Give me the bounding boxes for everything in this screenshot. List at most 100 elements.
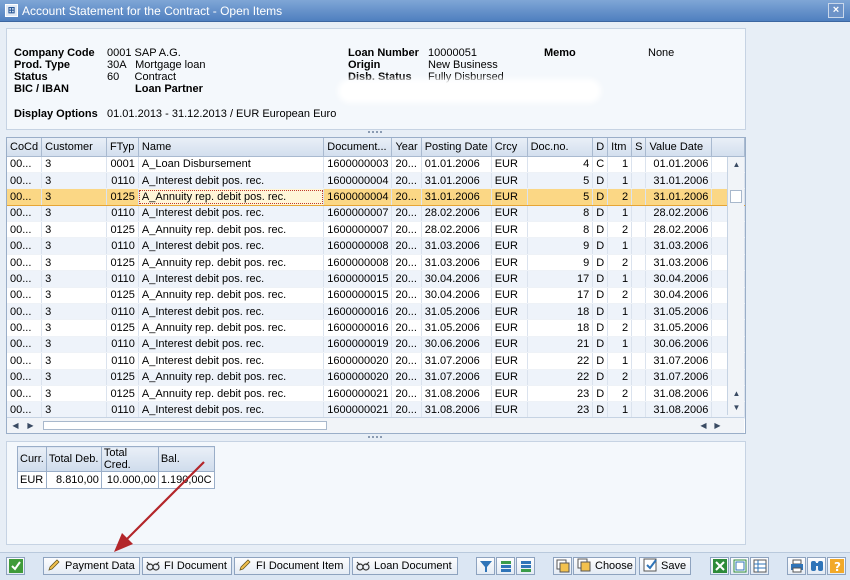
table-cell[interactable]: 1600000004 (323, 188, 393, 206)
help-button[interactable]: ? (827, 557, 846, 575)
table-cell[interactable]: 1 (607, 401, 633, 419)
find-button[interactable] (807, 557, 826, 575)
table-cell[interactable]: 1600000016 (323, 319, 393, 337)
table-cell[interactable]: 9 (527, 237, 594, 255)
table-cell[interactable]: 0110 (106, 270, 139, 288)
table-cell[interactable]: EUR (491, 254, 528, 272)
table-cell[interactable]: D (592, 336, 609, 354)
splitter-handle-top[interactable] (368, 131, 382, 134)
table-cell[interactable]: 1 (607, 303, 633, 321)
column-header[interactable]: Name (138, 138, 325, 157)
close-button[interactable]: × (828, 3, 844, 18)
table-cell[interactable]: EUR (491, 156, 528, 173)
table-cell[interactable]: 20... (391, 254, 422, 272)
table-cell[interactable]: 3 (41, 205, 107, 223)
table-cell[interactable]: D (592, 270, 609, 288)
table-cell[interactable] (631, 156, 647, 173)
table-cell[interactable]: A_Interest debit pos. rec. (138, 401, 325, 419)
table-cell[interactable]: 1 (607, 352, 633, 370)
table-cell[interactable]: 1600000015 (323, 287, 393, 305)
table-cell[interactable]: D (592, 254, 609, 272)
table-cell[interactable]: D (592, 237, 609, 255)
table-cell[interactable]: 30.04.2006 (645, 270, 713, 288)
table-cell[interactable]: D (592, 303, 609, 321)
column-header[interactable]: Customer (41, 138, 107, 157)
table-cell[interactable]: 20... (391, 156, 422, 173)
table-cell[interactable]: 3 (41, 188, 107, 206)
table-cell[interactable]: 28.02.2006 (421, 221, 492, 239)
table-cell[interactable]: EUR (491, 221, 528, 239)
table-cell[interactable]: 20... (391, 385, 422, 403)
table-cell[interactable]: 30.06.2006 (645, 336, 713, 354)
table-cell[interactable]: 31.03.2006 (421, 254, 492, 272)
table-cell[interactable] (631, 188, 647, 206)
table-cell[interactable]: 0001 (106, 156, 139, 173)
column-header[interactable]: Document... (323, 138, 393, 157)
table-cell[interactable]: 3 (41, 385, 107, 403)
scroll-right-icon[interactable]: ▶ (711, 419, 724, 432)
table-cell[interactable]: 0110 (106, 303, 139, 321)
table-cell[interactable]: 1600000020 (323, 369, 393, 386)
table-cell[interactable] (631, 401, 647, 419)
table-cell[interactable]: 31.07.2006 (645, 369, 713, 386)
table-cell[interactable]: 1 (607, 237, 633, 255)
table-cell[interactable]: 3 (41, 237, 107, 255)
table-cell[interactable]: 3 (41, 287, 107, 305)
table-cell[interactable]: 00... (7, 237, 43, 255)
table-cell[interactable]: 00... (7, 352, 43, 370)
table-cell[interactable]: 20... (391, 369, 422, 386)
table-cell[interactable]: 00... (7, 254, 43, 272)
table-row[interactable]: 00... 3 0125 A_Annuity rep. debit pos. rec.… (7, 319, 745, 337)
table-cell[interactable]: A_Annuity rep. debit pos. rec. (138, 319, 325, 337)
table-cell[interactable]: 01.01.2006 (645, 156, 713, 173)
table-cell[interactable]: 18 (527, 303, 594, 321)
table-cell[interactable]: 00... (7, 270, 43, 288)
scroll-up-small-icon[interactable]: ▲ (730, 387, 743, 400)
table-cell[interactable]: 20... (391, 287, 422, 305)
table-cell[interactable]: D (592, 401, 609, 419)
column-header[interactable]: Posting Date (421, 138, 492, 157)
table-cell[interactable]: 31.01.2006 (421, 172, 492, 190)
table-cell[interactable]: EUR (491, 237, 528, 255)
table-cell[interactable]: D (592, 352, 609, 370)
table-cell[interactable]: 28.02.2006 (645, 205, 713, 223)
table-cell[interactable]: 3 (41, 303, 107, 321)
column-header[interactable]: Crcy (491, 138, 528, 157)
table-row[interactable]: 00... 3 0110 A_Interest debit pos. rec. 1600… (7, 205, 745, 223)
scroll-right-small-icon[interactable]: ▶ (24, 419, 37, 432)
table-cell[interactable]: 1 (607, 205, 633, 223)
table-cell[interactable]: 0125 (106, 188, 139, 206)
table-cell[interactable]: C (592, 156, 609, 173)
table-row[interactable]: 00... 3 0110 A_Interest debit pos. rec. 1600… (7, 172, 745, 190)
table-cell[interactable]: 00... (7, 369, 43, 386)
table-cell[interactable]: 00... (7, 188, 43, 206)
table-row[interactable]: 00... 3 0125 A_Annuity rep. debit pos. rec.… (7, 369, 745, 386)
table-cell[interactable] (631, 369, 647, 386)
table-row[interactable]: 00... 3 0125 A_Annuity rep. debit pos. rec.… (7, 385, 745, 403)
details-button[interactable] (553, 557, 572, 575)
table-cell[interactable]: 00... (7, 319, 43, 337)
table-cell[interactable]: 1 (607, 156, 633, 173)
table-cell[interactable] (631, 172, 647, 190)
table-cell[interactable]: 3 (41, 221, 107, 239)
table-cell[interactable]: D (592, 287, 609, 305)
table-cell[interactable] (631, 336, 647, 354)
table-cell[interactable]: 1600000008 (323, 237, 393, 255)
table-cell[interactable]: 20... (391, 319, 422, 337)
table-cell[interactable]: A_Annuity rep. debit pos. rec. (138, 287, 325, 305)
table-cell[interactable]: 9 (527, 254, 594, 272)
table-cell[interactable]: EUR (491, 336, 528, 354)
table-cell[interactable]: 1 (607, 336, 633, 354)
table-cell[interactable] (631, 270, 647, 288)
table-cell[interactable]: 31.07.2006 (421, 369, 492, 386)
column-header[interactable]: FTyp (106, 138, 139, 157)
table-cell[interactable]: 00... (7, 205, 43, 223)
table-cell[interactable]: 20... (391, 303, 422, 321)
fi-document-button[interactable]: FI Document (142, 557, 232, 575)
table-cell[interactable]: 00... (7, 401, 43, 419)
table-cell[interactable]: 3 (41, 401, 107, 419)
table-cell[interactable]: 20... (391, 336, 422, 354)
table-cell[interactable]: A_Interest debit pos. rec. (138, 270, 325, 288)
table-cell[interactable]: 3 (41, 336, 107, 354)
table-cell[interactable]: A_Annuity rep. debit pos. rec. (138, 385, 325, 403)
